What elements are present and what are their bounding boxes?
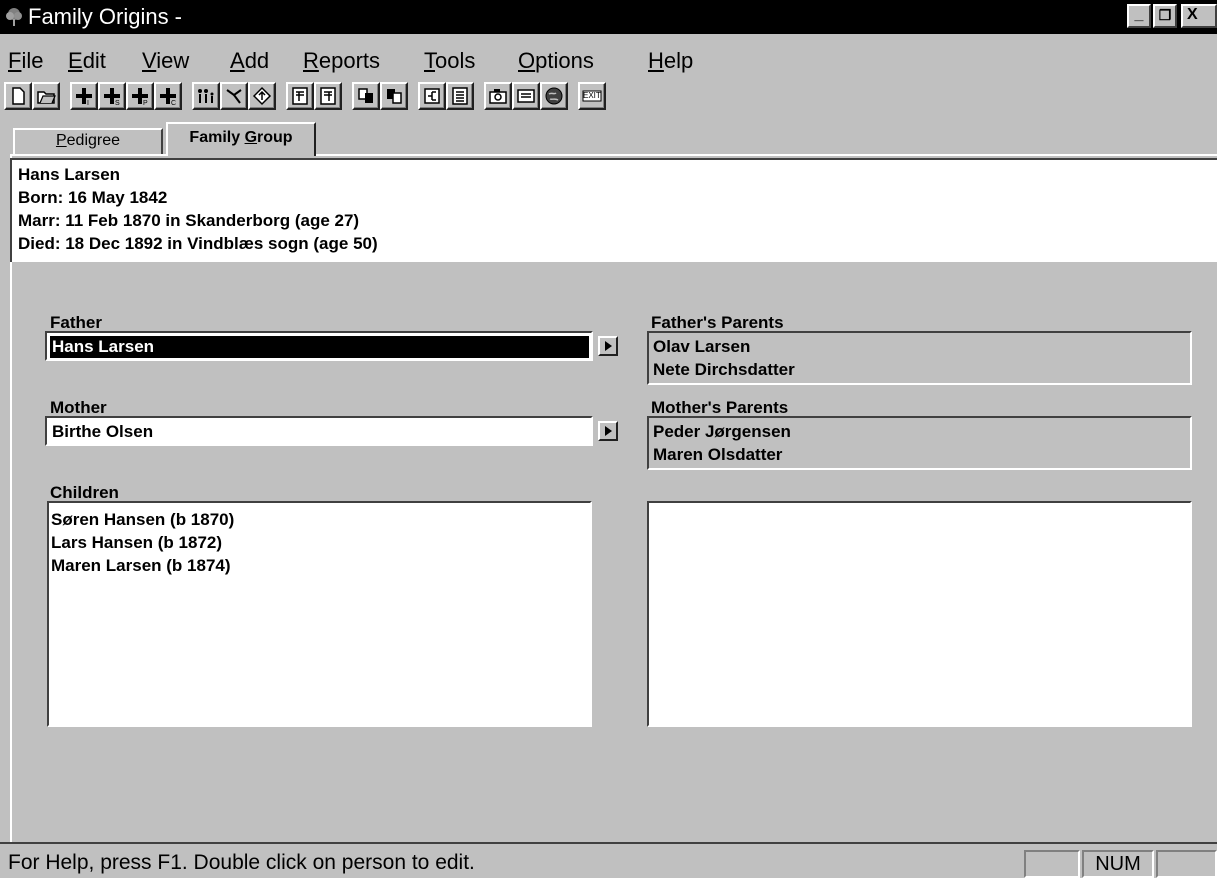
menu-bar: File Edit View Add Reports Tools Options…	[0, 34, 1217, 78]
svg-text:C: C	[171, 100, 176, 106]
mothers-parent-1[interactable]: Peder Jørgensen	[653, 421, 791, 443]
minimize-button[interactable]: _	[1127, 4, 1151, 28]
children-label: Children	[50, 483, 119, 502]
arrow-right-icon	[605, 341, 612, 351]
arrow-right-icon	[605, 426, 612, 436]
open-file-button[interactable]	[32, 82, 60, 110]
camera-icon	[489, 89, 507, 104]
svg-text:S: S	[115, 100, 120, 106]
family-button[interactable]	[192, 82, 220, 110]
status-bar: For Help, press F1. Double click on pers…	[0, 842, 1217, 878]
list-icon	[452, 87, 468, 105]
exit-label: EXIT	[583, 91, 601, 100]
status-text: For Help, press F1. Double click on pers…	[8, 851, 475, 874]
title-bar: Family Origins - _ ❐ X	[0, 0, 1217, 34]
window-title: Family Origins -	[28, 4, 183, 29]
father-go-button[interactable]	[598, 336, 618, 356]
add-child-icon: C	[160, 88, 176, 106]
fathers-parent-1[interactable]: Olav Larsen	[653, 336, 750, 358]
list-button[interactable]	[446, 82, 474, 110]
status-pane-num: NUM	[1082, 850, 1154, 878]
mother-label: Mother	[50, 398, 107, 417]
tab-pedigree[interactable]: Pedigree	[13, 128, 163, 154]
status-pane-scroll	[1156, 850, 1217, 878]
menu-file[interactable]: File	[8, 48, 43, 74]
fathers-parents-label: Father's Parents	[651, 313, 784, 332]
new-file-button[interactable]	[4, 82, 32, 110]
fathers-parent-2[interactable]: Nete Dirchsdatter	[653, 359, 795, 381]
notes2-icon	[320, 87, 336, 105]
list-item[interactable]: Lars Hansen (b 1872)	[51, 532, 222, 554]
menu-help[interactable]: Help	[648, 48, 693, 74]
notes-icon	[292, 87, 308, 105]
restore-button[interactable]: ❐	[1153, 4, 1177, 28]
svg-text:P: P	[143, 100, 148, 106]
add-individual-button[interactable]: I	[70, 82, 98, 110]
globe-icon	[545, 87, 563, 105]
menu-reports[interactable]: Reports	[303, 48, 380, 74]
notes2-button[interactable]	[314, 82, 342, 110]
navigate-button[interactable]	[248, 82, 276, 110]
globe-button[interactable]	[540, 82, 568, 110]
toolbar: I S P C EXIT	[0, 78, 1217, 120]
mother-field[interactable]: Birthe Olsen	[45, 416, 593, 446]
new-file-icon	[12, 87, 25, 105]
notes-button[interactable]	[286, 82, 314, 110]
summary-marr: Marr: 11 Feb 1870 in Skanderborg (age 27…	[18, 211, 360, 230]
open-folder-icon	[37, 91, 56, 104]
summary-name: Hans Larsen	[18, 165, 121, 184]
camera-button[interactable]	[484, 82, 512, 110]
mother-go-button[interactable]	[598, 421, 618, 441]
children-list[interactable]: Søren Hansen (b 1870) Lars Hansen (b 187…	[47, 501, 592, 727]
mothers-parent-2[interactable]: Maren Olsdatter	[653, 444, 782, 466]
father-label: Father	[50, 313, 102, 332]
tree-button[interactable]	[418, 82, 446, 110]
tab-family-group[interactable]: Family Group	[166, 122, 316, 156]
mothers-parents-box[interactable]: Peder Jørgensen Maren Olsdatter	[647, 416, 1192, 470]
father-name: Hans Larsen	[50, 336, 589, 358]
report2-icon	[387, 89, 402, 104]
tree-logo-icon	[6, 8, 22, 26]
menu-options[interactable]: Options	[518, 48, 594, 74]
menu-tools[interactable]: Tools	[424, 48, 475, 74]
close-button[interactable]: X	[1181, 4, 1217, 28]
menu-view[interactable]: View	[142, 48, 189, 74]
tree-chart-icon	[424, 88, 440, 104]
spouse-children-list[interactable]	[647, 501, 1192, 727]
navigate-icon	[252, 86, 272, 106]
summary-born: Born: 16 May 1842	[18, 188, 168, 207]
edit-button[interactable]	[220, 82, 248, 110]
add-child-button[interactable]: C	[154, 82, 182, 110]
report2-button[interactable]	[380, 82, 408, 110]
card-icon	[517, 89, 535, 103]
add-parents-icon: P	[132, 88, 148, 106]
mothers-parents-label: Mother's Parents	[651, 398, 789, 417]
card-button[interactable]	[512, 82, 540, 110]
svg-text:I: I	[87, 100, 89, 106]
list-item[interactable]: Maren Larsen (b 1874)	[51, 555, 231, 577]
father-field[interactable]: Hans Larsen	[45, 331, 593, 361]
menu-add[interactable]: Add	[230, 48, 269, 74]
person-summary: Hans Larsen Born: 16 May 1842 Marr: 11 F…	[10, 158, 1217, 262]
add-parents-button[interactable]: P	[126, 82, 154, 110]
add-individual-icon: I	[76, 88, 92, 106]
add-spouse-icon: S	[104, 88, 120, 106]
exit-button[interactable]: EXIT	[578, 82, 606, 110]
family-icon	[198, 89, 214, 103]
list-item[interactable]: Søren Hansen (b 1870)	[51, 509, 234, 531]
report-button[interactable]	[352, 82, 380, 110]
menu-edit[interactable]: Edit	[68, 48, 106, 74]
add-spouse-button[interactable]: S	[98, 82, 126, 110]
edit-icon	[226, 89, 242, 104]
mother-name: Birthe Olsen	[52, 422, 154, 441]
summary-died: Died: 18 Dec 1892 in Vindblæs sogn (age …	[18, 234, 378, 253]
status-pane-caps	[1024, 850, 1080, 878]
fathers-parents-box[interactable]: Olav Larsen Nete Dirchsdatter	[647, 331, 1192, 385]
report-icon	[358, 88, 373, 103]
